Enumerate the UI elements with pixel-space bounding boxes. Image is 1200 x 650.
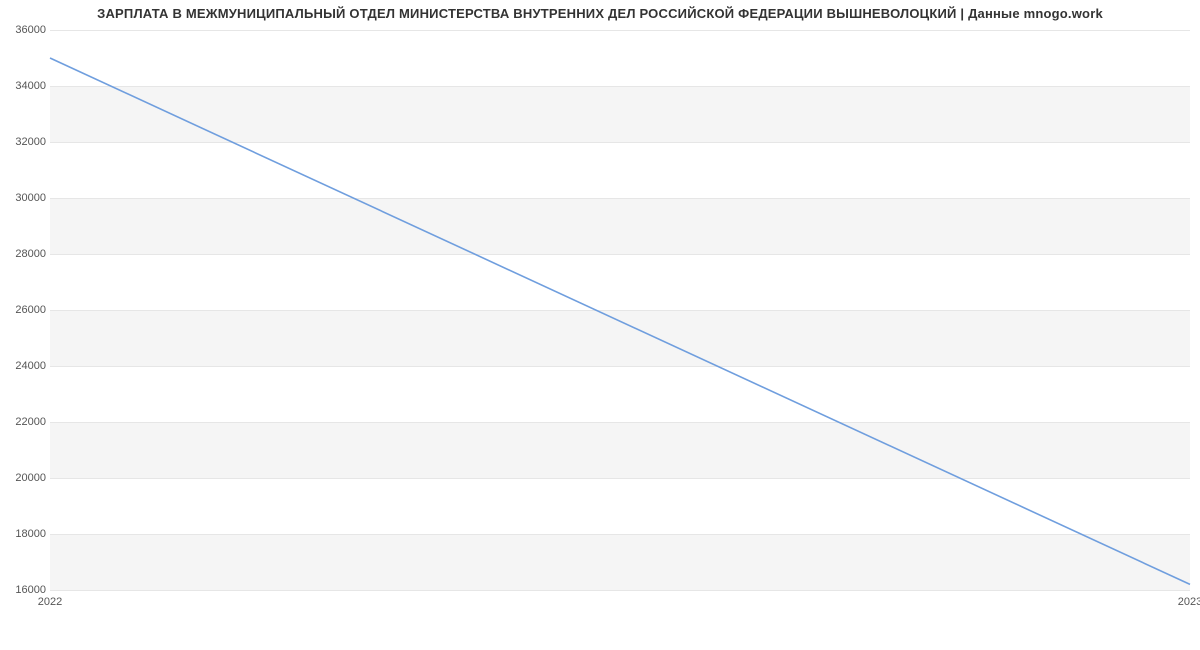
y-tick-label: 36000 bbox=[2, 24, 46, 36]
plot-area bbox=[50, 30, 1190, 591]
y-tick-label: 28000 bbox=[2, 248, 46, 260]
chart-container: ЗАРПЛАТА В МЕЖМУНИЦИПАЛЬНЫЙ ОТДЕЛ МИНИСТ… bbox=[0, 0, 1200, 650]
y-tick-label: 16000 bbox=[2, 584, 46, 596]
x-tick-label: 2023 bbox=[1178, 596, 1200, 608]
y-tick-label: 22000 bbox=[2, 416, 46, 428]
y-tick-label: 32000 bbox=[2, 136, 46, 148]
y-tick-label: 20000 bbox=[2, 472, 46, 484]
x-tick-label: 2022 bbox=[38, 596, 62, 608]
y-tick-label: 30000 bbox=[2, 192, 46, 204]
y-tick-label: 26000 bbox=[2, 304, 46, 316]
chart-title: ЗАРПЛАТА В МЕЖМУНИЦИПАЛЬНЫЙ ОТДЕЛ МИНИСТ… bbox=[0, 6, 1200, 21]
y-tick-label: 18000 bbox=[2, 528, 46, 540]
y-tick-label: 24000 bbox=[2, 360, 46, 372]
y-tick-label: 34000 bbox=[2, 80, 46, 92]
gridline bbox=[50, 590, 1190, 591]
line-series bbox=[50, 30, 1190, 590]
